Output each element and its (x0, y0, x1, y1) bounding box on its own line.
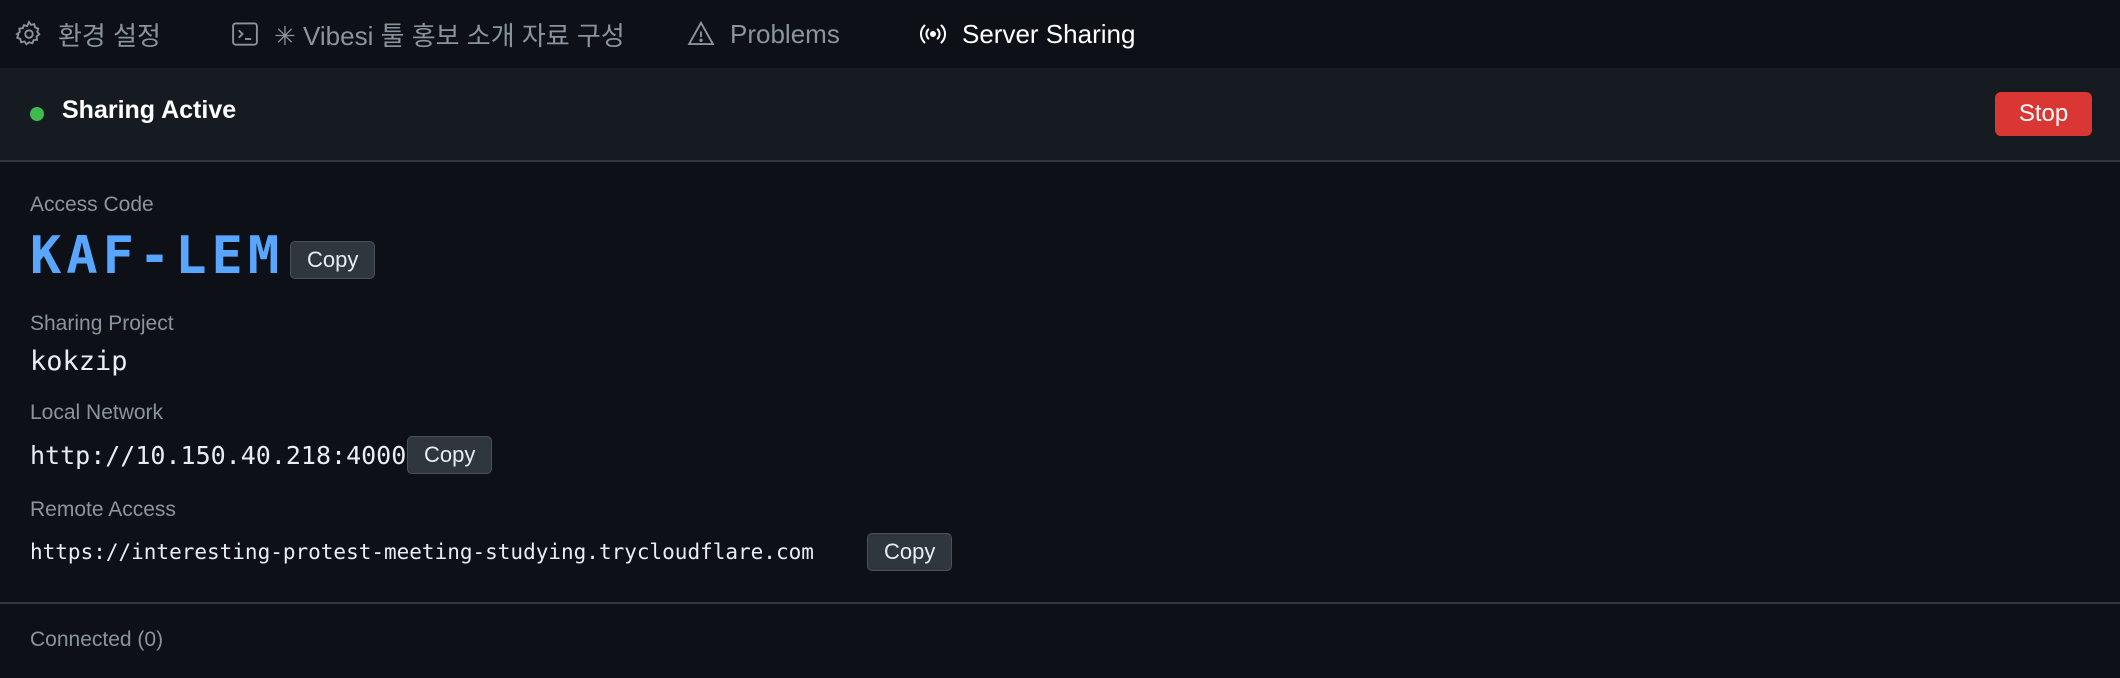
sharing-status-text: Sharing Active (62, 96, 237, 124)
broadcast-icon (918, 19, 948, 49)
copy-remote-url-button[interactable]: Copy (867, 533, 953, 571)
remote-access-url: https://interesting-protest-meeting-stud… (30, 540, 814, 564)
sharing-status-bar: Sharing Active Stop (0, 68, 2120, 162)
access-code-value: KAF-LEM (30, 226, 285, 286)
stop-button[interactable]: Stop (1995, 92, 2092, 136)
copy-local-url-button[interactable]: Copy (407, 436, 493, 474)
tab-problems[interactable]: Problems (686, 0, 840, 68)
tab-bar: 환경 설정 ✳ Vibesi 툴 홍보 소개 자료 구성 Problems Se… (0, 0, 2120, 68)
tab-label: ✳ Vibesi 툴 홍보 소개 자료 구성 (274, 20, 625, 51)
tab-label: 환경 설정 (58, 20, 161, 51)
section-divider (0, 602, 2120, 604)
copy-access-code-button[interactable]: Copy (290, 241, 376, 279)
access-code-label: Access Code (30, 193, 154, 216)
sharing-project-label: Sharing Project (30, 312, 174, 335)
tab-server-sharing[interactable]: Server Sharing (918, 0, 1135, 68)
gear-icon (14, 19, 44, 49)
tab-label: Server Sharing (962, 18, 1136, 49)
tab-settings[interactable]: 환경 설정 (14, 0, 161, 68)
sharing-project-value: kokzip (30, 346, 128, 377)
connected-count: Connected (0) (30, 628, 164, 651)
warning-icon (686, 19, 716, 49)
tab-terminal[interactable]: ✳ Vibesi 툴 홍보 소개 자료 구성 (230, 0, 625, 68)
local-network-label: Local Network (30, 401, 164, 424)
terminal-icon (230, 19, 260, 49)
tab-label: Problems (730, 18, 840, 49)
status-indicator-dot (30, 107, 44, 121)
local-network-url: http://10.150.40.218:4000 (30, 441, 407, 470)
remote-access-label: Remote Access (30, 498, 176, 521)
